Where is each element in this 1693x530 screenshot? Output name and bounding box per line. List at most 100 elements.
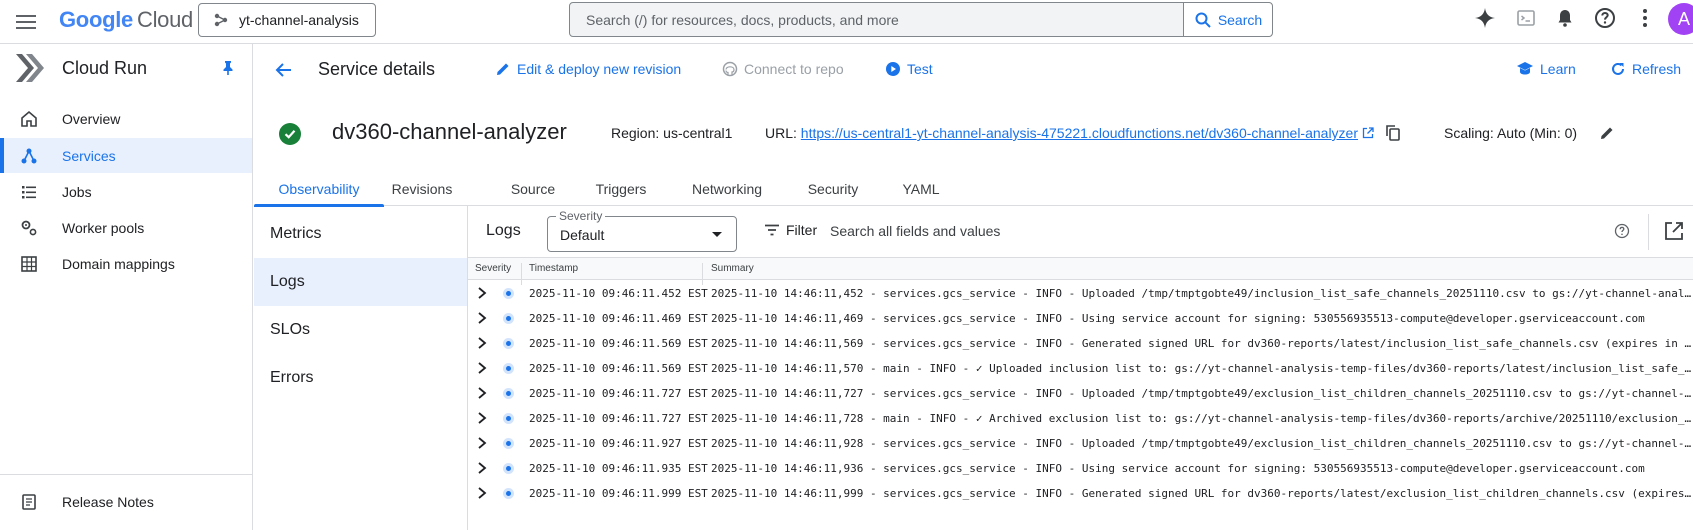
log-timestamp: 2025-11-10 09:46:11.569 EST	[529, 362, 708, 375]
product-sidebar: Cloud Run Overview Services Jobs Worker …	[0, 44, 253, 530]
tab-revisions[interactable]: Revisions	[390, 170, 454, 206]
logs-title: Logs	[486, 222, 521, 239]
edit-scaling-icon[interactable]	[1599, 125, 1615, 141]
tab-yaml[interactable]: YAML	[901, 170, 941, 206]
status-ok-icon	[279, 123, 301, 145]
subnav-metrics[interactable]: Metrics	[254, 210, 467, 258]
observability-subnav: Metrics Logs SLOs Errors	[254, 206, 468, 530]
sidebar-item-worker-pools[interactable]: Worker pools	[0, 210, 252, 245]
logs-table-header: Severity Timestamp Summary	[468, 258, 1693, 285]
back-arrow-icon	[275, 63, 291, 77]
connect-repo-button[interactable]: Connect to repo	[722, 58, 844, 80]
open-in-new-icon[interactable]	[1362, 127, 1374, 139]
project-picker-button[interactable]: yt-channel-analysis	[198, 3, 376, 37]
severity-default-icon	[503, 363, 514, 374]
col-timestamp[interactable]: Timestamp	[529, 263, 578, 274]
cloud-shell-icon[interactable]	[1514, 6, 1538, 30]
service-tabs: Observability Revisions Source Triggers …	[254, 170, 1693, 207]
sidebar-item-services[interactable]: Services	[0, 138, 252, 173]
expand-chevron-icon[interactable]	[477, 361, 487, 375]
copy-icon[interactable]	[1385, 124, 1401, 142]
sidebar-divider	[0, 474, 252, 475]
sidebar-item-release-notes[interactable]: Release Notes	[0, 484, 252, 519]
expand-chevron-icon[interactable]	[477, 436, 487, 450]
expand-chevron-icon[interactable]	[477, 311, 487, 325]
filter-button[interactable]: Filter	[764, 222, 817, 238]
col-summary[interactable]: Summary	[711, 263, 754, 274]
tab-networking[interactable]: Networking	[687, 170, 767, 206]
log-filter-input[interactable]	[830, 220, 1330, 242]
google-cloud-logo[interactable]: Google Cloud	[59, 7, 193, 33]
log-timestamp: 2025-11-10 09:46:11.727 EST	[529, 387, 708, 400]
notifications-bell-icon[interactable]	[1553, 6, 1577, 30]
more-vert-icon[interactable]	[1633, 6, 1657, 30]
account-avatar[interactable]: A	[1668, 3, 1693, 35]
subnav-logs[interactable]: Logs	[254, 258, 467, 306]
sidebar-product-title: Cloud Run	[62, 58, 148, 78]
test-label: Test	[907, 61, 933, 77]
expand-chevron-icon[interactable]	[477, 411, 487, 425]
subnav-slos[interactable]: SLOs	[254, 306, 467, 354]
log-summary: 2025-11-10 14:46:11,728 - main - INFO - …	[711, 412, 1693, 425]
sidebar-item-label: Jobs	[62, 184, 92, 200]
log-summary: 2025-11-10 14:46:11,928 - services.gcs_s…	[711, 437, 1693, 450]
tab-triggers[interactable]: Triggers	[591, 170, 651, 206]
learn-label: Learn	[1540, 61, 1576, 77]
col-severity[interactable]: Severity	[475, 263, 511, 274]
table-row[interactable]: 2025-11-10 09:46:11.727 EST 2025-11-10 14…	[468, 406, 1693, 431]
table-row[interactable]: 2025-11-10 09:46:11.569 EST 2025-11-10 14…	[468, 331, 1693, 356]
open-in-logs-explorer-icon[interactable]	[1664, 221, 1684, 241]
tab-source[interactable]: Source	[506, 170, 560, 206]
severity-select[interactable]: Severity Default	[547, 209, 737, 252]
help-outline-icon[interactable]	[1614, 223, 1630, 239]
help-icon[interactable]	[1593, 6, 1617, 30]
table-row[interactable]: 2025-11-10 09:46:11.469 EST 2025-11-10 14…	[468, 306, 1693, 331]
sidebar-item-domain-mappings[interactable]: Domain mappings	[0, 246, 252, 281]
gears-icon	[21, 220, 37, 236]
learn-button[interactable]: Learn	[1516, 58, 1576, 80]
sidebar-item-overview[interactable]: Overview	[0, 101, 252, 136]
tab-observability[interactable]: Observability	[254, 170, 384, 207]
expand-chevron-icon[interactable]	[477, 286, 487, 300]
sidebar-item-jobs[interactable]: Jobs	[0, 174, 252, 209]
toolbar-separator	[1648, 214, 1649, 250]
sidebar-item-label: Worker pools	[62, 220, 145, 236]
home-icon	[21, 110, 37, 127]
main-content: Service details Edit & deploy new revisi…	[254, 44, 1693, 530]
test-button[interactable]: Test	[885, 58, 933, 80]
service-region: Region: us-central1	[611, 125, 732, 141]
log-summary: 2025-11-10 14:46:11,469 - services.gcs_s…	[711, 312, 1645, 325]
refresh-button[interactable]: Refresh	[1610, 58, 1681, 80]
edit-deploy-button[interactable]: Edit & deploy new revision	[495, 58, 681, 80]
pin-icon[interactable]	[220, 60, 236, 76]
log-timestamp: 2025-11-10 09:46:11.452 EST	[529, 287, 708, 300]
back-arrow-button[interactable]	[270, 56, 298, 84]
sidebar-item-label: Services	[62, 148, 116, 164]
service-url: URL: https://us-central1-yt-channel-anal…	[765, 125, 1374, 141]
refresh-icon	[1612, 62, 1624, 75]
expand-chevron-icon[interactable]	[477, 386, 487, 400]
expand-chevron-icon[interactable]	[477, 336, 487, 350]
expand-chevron-icon[interactable]	[477, 486, 487, 500]
table-row[interactable]: 2025-11-10 09:46:11.999 EST 2025-11-10 14…	[468, 481, 1693, 506]
logs-panel: Logs Severity Default Filter Severity Ti…	[468, 206, 1693, 530]
search-button[interactable]: Search	[1183, 3, 1272, 36]
log-summary: 2025-11-10 14:46:11,570 - main - INFO - …	[711, 362, 1693, 375]
search-input[interactable]	[570, 3, 1183, 36]
main-menu-icon[interactable]	[14, 9, 40, 35]
expand-chevron-icon[interactable]	[477, 461, 487, 475]
tab-security[interactable]: Security	[803, 170, 863, 206]
subnav-errors[interactable]: Errors	[254, 354, 467, 402]
table-row[interactable]: 2025-11-10 09:46:11.452 EST 2025-11-10 14…	[468, 281, 1693, 306]
school-cap-icon	[1517, 62, 1533, 75]
search-button-label: Search	[1217, 11, 1263, 28]
severity-select-label: Severity	[556, 209, 606, 223]
service-url-link[interactable]: https://us-central1-yt-channel-analysis-…	[801, 125, 1358, 141]
table-row[interactable]: 2025-11-10 09:46:11.569 EST 2025-11-10 14…	[468, 356, 1693, 381]
gemini-sparkle-icon[interactable]	[1473, 6, 1497, 30]
table-row[interactable]: 2025-11-10 09:46:11.935 EST 2025-11-10 14…	[468, 456, 1693, 481]
table-row[interactable]: 2025-11-10 09:46:11.727 EST 2025-11-10 14…	[468, 381, 1693, 406]
top-bar: GoogleCloud yt-channel-analysis Search A	[0, 0, 1693, 44]
severity-default-icon	[503, 438, 514, 449]
table-row[interactable]: 2025-11-10 09:46:11.927 EST 2025-11-10 14…	[468, 431, 1693, 456]
